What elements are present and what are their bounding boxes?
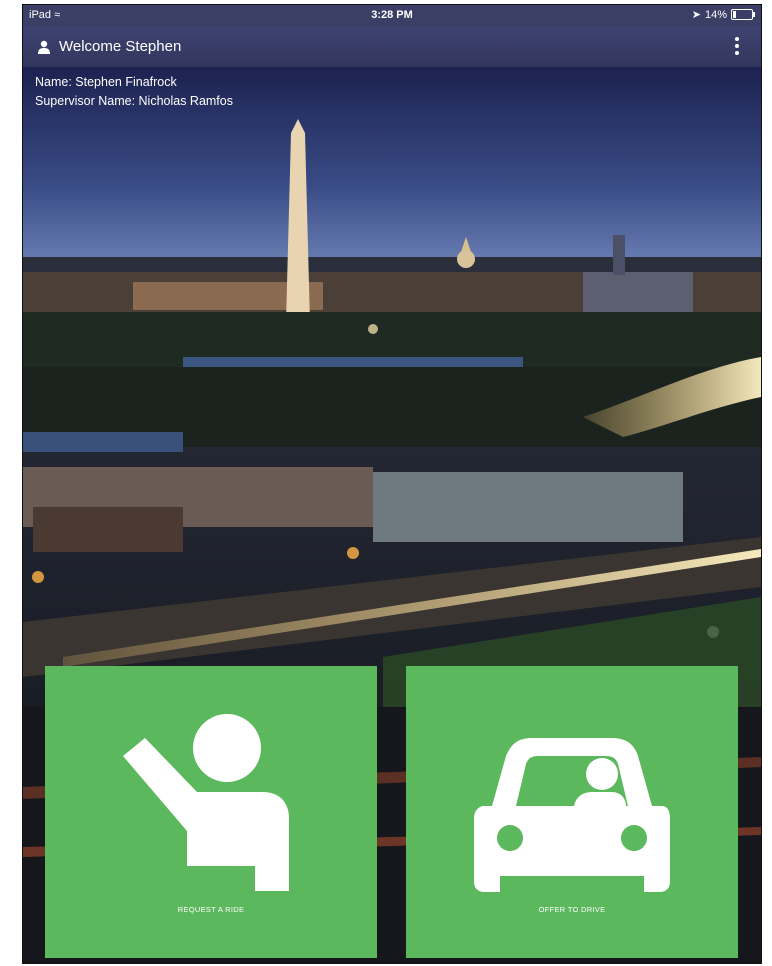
welcome-title: Welcome Stephen [59, 38, 182, 55]
nav-bar: Welcome Stephen [23, 27, 761, 67]
raised-hand-person-icon [123, 714, 289, 891]
battery-percent: 14% [704, 8, 727, 21]
status-bar: iPad ≈ 3:28 PM ➤ 14% [23, 5, 761, 27]
user-icon [38, 40, 50, 54]
battery-icon [731, 9, 755, 20]
app-screen: iPad ≈ 3:28 PM ➤ 14% Welcome Stephen Nam… [22, 4, 762, 964]
status-time: 3:28 PM [371, 9, 413, 21]
location-arrow-icon: ➤ [691, 9, 701, 21]
vertical-dots-icon[interactable] [725, 35, 749, 59]
offer-drive-label: OFFER TO DRIVE [538, 905, 606, 914]
supervisor-name: Supervisor Name: Nicholas Ramfos [35, 94, 233, 108]
user-name: Name: Stephen Finafrock [35, 75, 177, 89]
car-driver-icon [474, 738, 670, 892]
offer-drive-button[interactable]: OFFER TO DRIVE [406, 666, 738, 958]
request-ride-label: REQUEST A RIDE [177, 905, 245, 914]
request-ride-button[interactable]: REQUEST A RIDE [45, 666, 377, 958]
